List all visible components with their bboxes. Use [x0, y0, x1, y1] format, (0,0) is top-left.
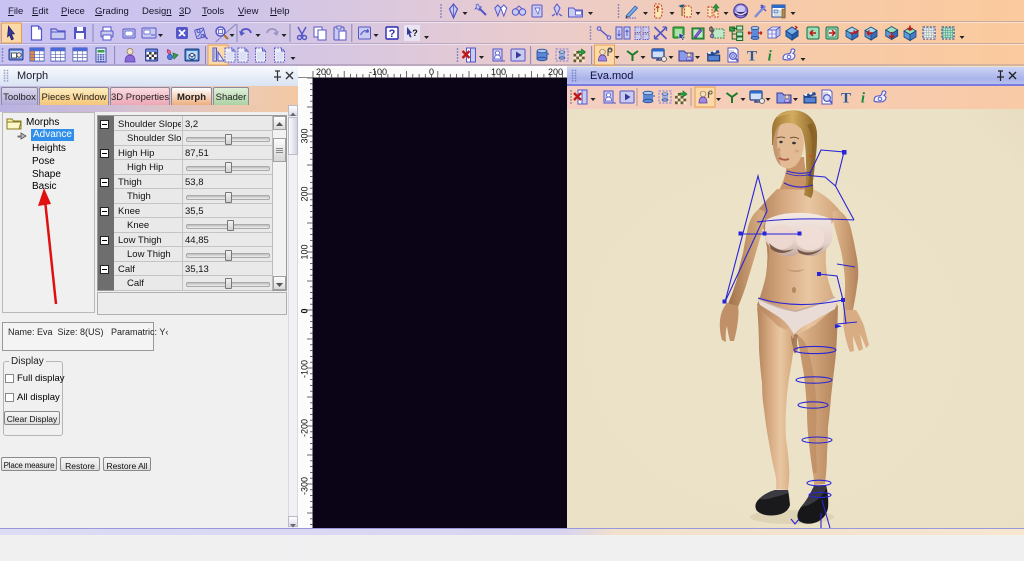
svg-text:i: i: [861, 91, 866, 107]
svg-text:T: T: [747, 49, 757, 65]
svg-text:?: ?: [389, 28, 396, 40]
svg-text:T: T: [841, 91, 851, 107]
svg-text:?: ?: [412, 28, 418, 38]
svg-text:i: i: [768, 49, 773, 65]
